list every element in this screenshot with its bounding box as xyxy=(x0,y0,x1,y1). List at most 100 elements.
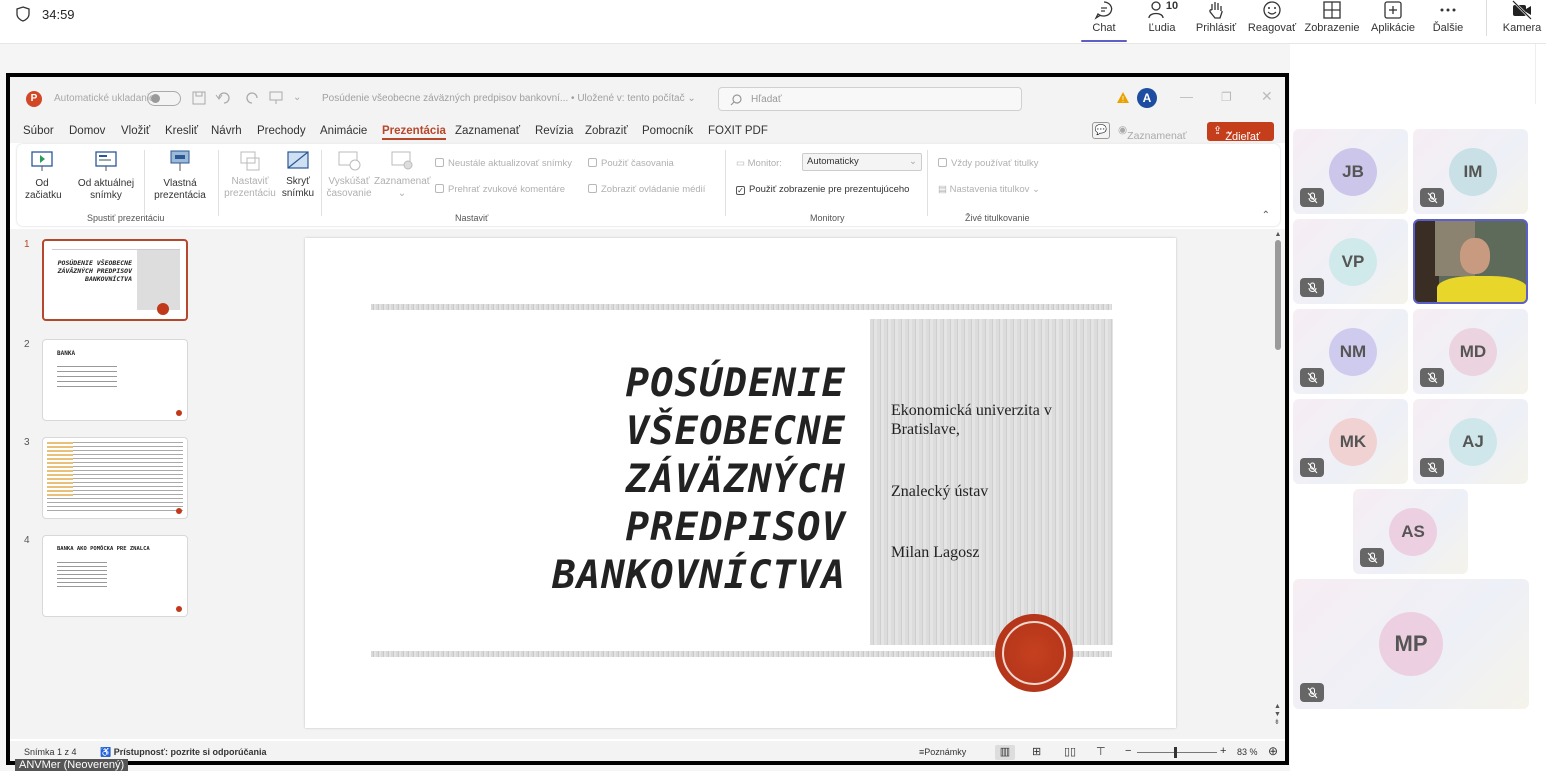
option-narration[interactable]: Prehrať zvukové komentáre xyxy=(435,184,565,195)
tab-revizia[interactable]: Revízia xyxy=(535,125,573,137)
tab-domov[interactable]: Domov xyxy=(69,125,105,137)
document-title[interactable]: Posúdenie všeobecne záväzných predpisov … xyxy=(322,93,696,104)
autosave-toggle[interactable] xyxy=(147,91,181,106)
slideshow-view-icon[interactable]: ⊤ xyxy=(1096,745,1106,758)
normal-view-icon[interactable]: ▥ xyxy=(995,745,1015,760)
participant-tile[interactable]: MD xyxy=(1413,309,1528,394)
mic-muted-icon xyxy=(1300,458,1324,477)
qat-more-icon[interactable]: ⌄ xyxy=(293,92,301,103)
react-button[interactable]: Reagovať xyxy=(1248,0,1296,42)
group-setup-label: Nastaviť xyxy=(455,213,489,223)
slide-counter: Snímka 1 z 4 xyxy=(24,747,77,757)
present-icon[interactable] xyxy=(269,91,283,105)
record-show-button[interactable]: Zaznamenať ⌄ xyxy=(374,150,431,200)
view-button[interactable]: Zobrazenie xyxy=(1304,0,1360,42)
participant-tile[interactable]: IM xyxy=(1413,129,1528,214)
tab-prechody[interactable]: Prechody xyxy=(257,125,306,137)
slide-thumbnail-3[interactable] xyxy=(42,437,188,519)
shared-screen: P Automatické ukladanie ⌄ Posúdenie všeo… xyxy=(6,73,1289,765)
from-current-button[interactable]: Od aktuálnej snímky xyxy=(75,150,137,202)
slide-thumbnail-2[interactable]: BANKA xyxy=(42,339,188,421)
tab-animacie[interactable]: Animácie xyxy=(320,125,367,137)
view-label: Zobrazenie xyxy=(1304,22,1360,34)
tab-subor[interactable]: Súbor xyxy=(23,125,54,137)
tab-zobrazit[interactable]: Zobraziť xyxy=(585,125,628,137)
react-label: Reagovať xyxy=(1247,22,1297,34)
option-presenter-view-label: Použiť zobrazenie pre prezentujúceho xyxy=(749,184,910,195)
search-placeholder: Hľadať xyxy=(751,94,782,105)
close-icon[interactable]: ✕ xyxy=(1261,88,1273,105)
restore-icon[interactable]: ❐ xyxy=(1221,90,1232,104)
vertical-scrollbar[interactable]: ▲ ▲ ▼ ⇟ xyxy=(1274,231,1282,727)
option-keep-updated[interactable]: Neustále aktualizovať snímky xyxy=(435,158,572,169)
participant-tile[interactable]: MK xyxy=(1293,399,1408,484)
share-button[interactable]: ⇪ Zdieľať ⌄ xyxy=(1207,122,1274,143)
tab-zaznamenat[interactable]: Zaznamenať xyxy=(455,125,520,137)
participant-video-tile[interactable] xyxy=(1413,219,1528,304)
record-button[interactable]: ◉ Zaznamenať xyxy=(1118,122,1206,142)
more-button[interactable]: Ďalšie xyxy=(1430,0,1466,42)
profile-avatar[interactable]: A xyxy=(1137,88,1157,108)
notes-button[interactable]: ≡Poznámky xyxy=(919,747,966,757)
tab-pomocnik[interactable]: Pomocník xyxy=(642,125,693,137)
zoom-in-icon[interactable]: + xyxy=(1220,745,1226,757)
option-always-subtitles[interactable]: Vždy používať titulky xyxy=(938,158,1039,169)
zoom-slider[interactable] xyxy=(1137,747,1217,758)
slide-sorter-icon[interactable]: ⊞ xyxy=(1032,745,1041,758)
tab-navrh[interactable]: Návrh xyxy=(211,125,242,137)
option-presenter-view[interactable]: ✓ Použiť zobrazenie pre prezentujúceho xyxy=(736,184,909,195)
search-box[interactable]: Hľadať xyxy=(718,87,1022,111)
zoom-out-icon[interactable]: − xyxy=(1125,745,1131,757)
ribbon-separator xyxy=(321,150,322,216)
tab-foxit-pdf[interactable]: FOXIT PDF xyxy=(708,125,768,137)
monitor-select[interactable]: Automaticky ⌄ xyxy=(802,153,922,171)
thumbnail-number: 2 xyxy=(24,339,30,350)
slide-thumbnail-4[interactable]: BANKA AKO POMÔCKA PRE ZNALCA xyxy=(42,535,188,617)
participant-tile[interactable]: VP xyxy=(1293,219,1408,304)
zoom-level[interactable]: 83 % xyxy=(1237,747,1258,757)
save-icon[interactable] xyxy=(192,91,206,105)
participant-tile[interactable]: NM xyxy=(1293,309,1408,394)
tab-kreslit[interactable]: Kresliť xyxy=(165,125,198,137)
thumbnail-number: 4 xyxy=(24,535,30,546)
current-slide[interactable]: POSÚDENIE VŠEOBECNE ZÁVÄZNÝCH PREDPISOV … xyxy=(305,238,1176,728)
camera-button[interactable]: Kamera xyxy=(1500,0,1544,42)
setup-show-button[interactable]: Nastaviť prezentáciu xyxy=(224,150,276,200)
slide-thumbnail-1[interactable]: POSÚDENIE VŠEOBECNE ZÁVÄZNÝCH PREDPISOV … xyxy=(42,239,188,321)
subtitle-settings-button[interactable]: ▤ Nastavenia titulkov ⌄ xyxy=(938,184,1040,195)
hide-slide-button[interactable]: Skryť snímku xyxy=(280,150,316,200)
tab-prezentacia[interactable]: Prezentácia xyxy=(382,125,446,140)
rehearse-button[interactable]: Vyskúšať časovanie xyxy=(324,150,374,200)
option-use-timings[interactable]: Použiť časovania xyxy=(588,158,674,169)
minimize-icon[interactable]: — xyxy=(1180,89,1193,104)
search-icon xyxy=(730,94,742,106)
presenter-name-label: ANVMer (Neoverený) xyxy=(15,759,129,771)
ribbon-panel: Od začiatku Od aktuálnej snímky Vlastná … xyxy=(17,144,1280,226)
reading-view-icon[interactable]: ▯▯ xyxy=(1064,745,1076,758)
undo-icon[interactable] xyxy=(215,91,237,105)
participant-tile[interactable]: AS xyxy=(1353,489,1468,574)
participant-tile[interactable]: MP xyxy=(1293,579,1529,709)
fit-to-window-icon[interactable]: ⊕ xyxy=(1268,744,1278,758)
thumbnail-title: BANKA AKO POMÔCKA PRE ZNALCA xyxy=(57,546,150,552)
redo-icon[interactable] xyxy=(245,91,261,105)
tab-vlozit[interactable]: Vložiť xyxy=(121,125,150,137)
custom-show-button[interactable]: Vlastná prezentácia xyxy=(149,150,211,202)
collapse-ribbon-icon[interactable]: ⌃ xyxy=(1262,210,1270,221)
participant-tile[interactable]: JB xyxy=(1293,129,1408,214)
raise-hand-button[interactable]: Prihlásiť xyxy=(1194,0,1238,42)
option-always-subtitles-label: Vždy používať titulky xyxy=(951,158,1039,169)
option-narration-label: Prehrať zvukové komentáre xyxy=(448,184,566,195)
participant-tile[interactable]: AJ xyxy=(1413,399,1528,484)
people-button[interactable]: 10 Ľudia xyxy=(1140,0,1184,42)
apps-button[interactable]: Aplikácie xyxy=(1370,0,1416,42)
warning-icon[interactable]: ! xyxy=(1116,91,1130,104)
option-media-controls[interactable]: Zobraziť ovládanie médií xyxy=(588,184,705,195)
avatar: VP xyxy=(1329,238,1377,286)
people-count-badge: 10 xyxy=(1165,0,1179,12)
from-start-button[interactable]: Od začiatku xyxy=(25,150,62,202)
chat-button[interactable]: Chat xyxy=(1086,0,1122,42)
accessibility-button[interactable]: ♿ Prístupnosť: pozrite si odporúčania xyxy=(100,747,267,758)
panel-scrollbar[interactable] xyxy=(1535,44,1546,104)
comments-icon[interactable]: 💬 xyxy=(1092,122,1110,139)
